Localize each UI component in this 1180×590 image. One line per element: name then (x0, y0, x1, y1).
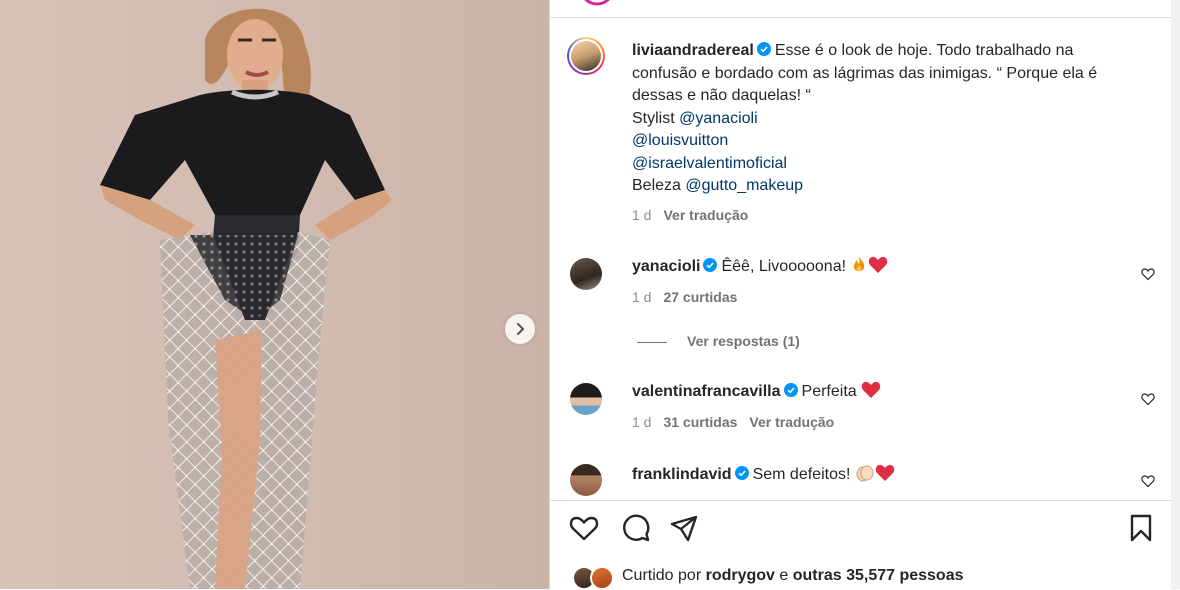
comments-panel: liviaandradereal Esse é o look de hoje. T… (550, 0, 1180, 590)
liker-username[interactable]: rodrygov (706, 567, 775, 584)
comment-avatar-valentinafrancavilla[interactable] (570, 383, 602, 415)
stylist-label: Stylist (632, 109, 680, 127)
likes-prefix: Curtido por (622, 567, 706, 584)
clapping-hands-emoji-icon (856, 465, 874, 482)
caption-meta: 1 d Ver tradução (632, 207, 748, 223)
red-heart-emoji-icon (875, 464, 895, 481)
red-heart-emoji-icon (861, 381, 881, 398)
replies-divider (637, 342, 667, 343)
author-username[interactable]: liviaandradereal (632, 42, 754, 59)
verified-badge-icon (734, 466, 749, 480)
paper-plane-icon[interactable] (668, 512, 700, 544)
like-comment-heart-icon[interactable] (1141, 392, 1155, 406)
comment-username[interactable]: yanacioli (632, 258, 700, 275)
comment-bubble-icon[interactable] (620, 512, 652, 544)
comment-text: Perfeita (801, 383, 857, 400)
bookmark-icon[interactable] (1125, 512, 1157, 544)
caption-line-3: dessas e não daquelas! “ (632, 87, 811, 104)
scrollbar[interactable] (1171, 0, 1180, 589)
mention-israelvalentimoficial[interactable]: @israelvalentimoficial (632, 155, 787, 172)
comment-time: 1 d (632, 414, 652, 430)
liker-avatar (590, 566, 614, 590)
likes-middle: e (774, 567, 793, 584)
caption-time: 1 d (632, 207, 652, 223)
comment-text: Sem defeitos! (752, 466, 851, 483)
comment-text: Êêê, Livooooona! (721, 258, 847, 275)
post-media (0, 0, 549, 589)
comment-translate-link[interactable]: Ver tradução (749, 414, 834, 430)
mention-yanacioli[interactable]: @yanacioli (679, 110, 758, 127)
red-heart-emoji-icon (869, 256, 888, 273)
comment-likes-count[interactable]: 27 curtidas (663, 289, 737, 305)
verified-badge-icon (703, 258, 718, 272)
like-comment-heart-icon[interactable] (1141, 267, 1155, 281)
next-photo-button[interactable] (505, 314, 535, 344)
caption-line-2: confusão e bordado com as lágrimas das i… (632, 64, 1098, 82)
post-photo (0, 0, 549, 589)
comment-time: 1 d (632, 289, 652, 305)
caption-translate-link[interactable]: Ver tradução (663, 207, 748, 223)
chevron-right-icon (517, 323, 524, 335)
author-avatar[interactable] (567, 37, 605, 75)
comment-likes-count[interactable]: 31 curtidas (663, 414, 737, 430)
verified-badge-icon (756, 42, 771, 56)
view-replies-link[interactable]: Ver respostas (1) (687, 333, 800, 349)
comment-meta-valentinafrancavilla: 1 d 31 curtidas Ver tradução (632, 414, 834, 430)
actions-divider (550, 500, 1171, 501)
comment-avatar-yanacioli[interactable] (570, 258, 602, 290)
like-comment-heart-icon[interactable] (1141, 474, 1155, 488)
header-avatar-ring[interactable] (583, 0, 611, 8)
mention-louisvuitton[interactable]: @louisvuitton (632, 132, 728, 149)
comment-username[interactable]: valentinafrancavilla (632, 383, 781, 400)
caption-line-1: Esse é o look de hoje. Todo trabalhado n… (774, 42, 1074, 59)
comment-meta-yanacioli: 1 d 27 curtidas (632, 289, 737, 305)
mention-gutto-makeup[interactable]: @gutto_makeup (685, 177, 803, 194)
likes-others-link[interactable]: outras 35,577 pessoas (793, 567, 964, 584)
heart-outline-icon[interactable] (568, 512, 600, 544)
comment-franklindavid: franklindavid Sem defeitos! (632, 464, 895, 486)
header-divider (550, 17, 1171, 18)
beleza-label: Beleza (632, 177, 686, 194)
verified-badge-icon (783, 383, 798, 397)
comment-valentinafrancavilla: valentinafrancavilla Perfeita (632, 381, 881, 403)
comment-avatar-franklindavid[interactable] (570, 464, 602, 496)
fire-emoji-icon (854, 257, 865, 272)
comment-username[interactable]: franklindavid (632, 466, 732, 483)
post-caption: liviaandradereal Esse é o look de hoje. T… (632, 40, 1152, 198)
comment-yanacioli: yanacioli Êêê, Livooooona! (632, 256, 888, 278)
